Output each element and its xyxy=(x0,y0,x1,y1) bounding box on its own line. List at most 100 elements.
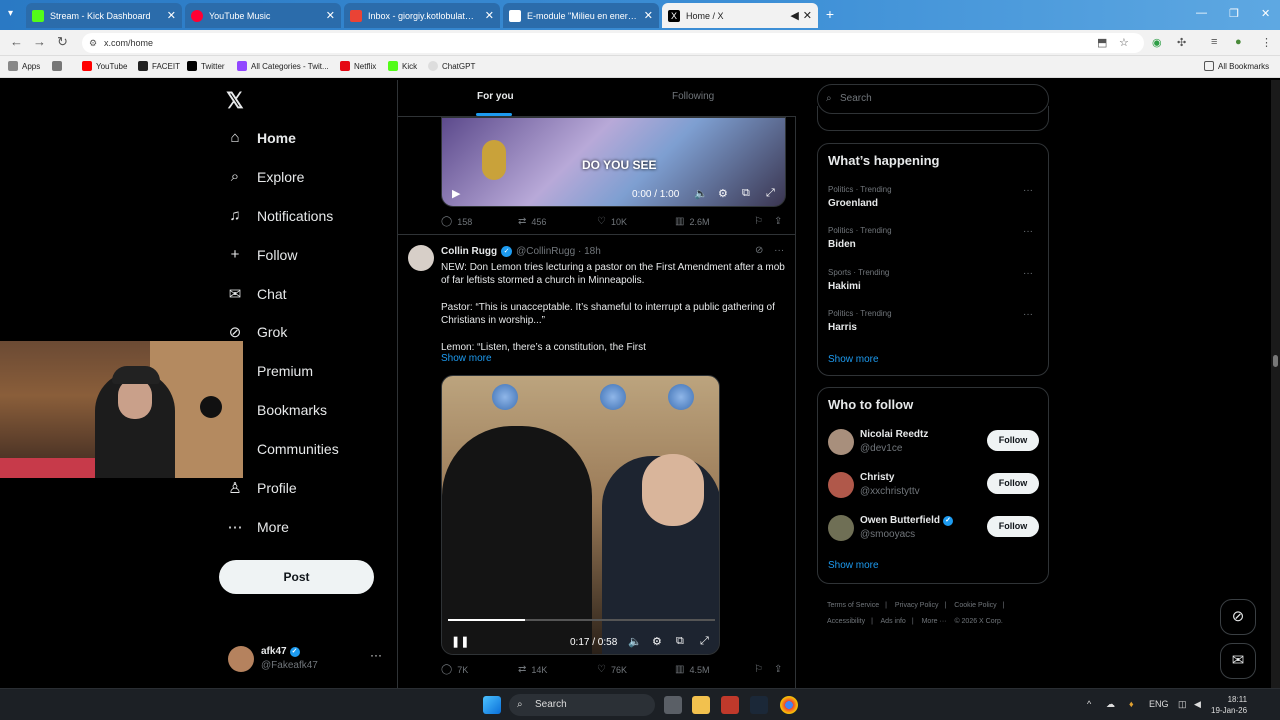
share-button[interactable]: ⇪ xyxy=(774,216,787,227)
wifi-icon[interactable]: ◫ xyxy=(1178,699,1187,710)
reload-icon[interactable]: ↻ xyxy=(57,34,68,50)
forward-arrow-icon[interactable]: → xyxy=(33,34,46,49)
profile-avatar-icon[interactable]: ● xyxy=(1235,36,1242,48)
grok-floating-button[interactable]: ⊘ xyxy=(1220,599,1256,635)
follow-suggestion[interactable]: Nicolai Reedtz @dev1ce Follow xyxy=(828,429,1040,459)
bookmark-grid[interactable] xyxy=(52,61,66,71)
close-tab-icon[interactable]: ✕ xyxy=(644,9,653,22)
follow-button[interactable]: Follow xyxy=(987,430,1039,451)
microphone-icon[interactable]: ♦ xyxy=(1129,699,1134,709)
follow-suggestion[interactable]: Owen Butterfield ✓ @smooyacs Follow xyxy=(828,515,1040,545)
avatar[interactable] xyxy=(828,472,854,498)
play-icon[interactable]: ▶ xyxy=(452,187,460,200)
footer-link[interactable]: Ads info xyxy=(881,618,906,625)
trend-item[interactable]: Politics · Trending Groenland ··· xyxy=(828,185,1038,209)
views-button[interactable]: ▥ 2.6M xyxy=(675,216,709,227)
bookmark-button[interactable]: ⚐ xyxy=(754,664,768,675)
close-window-icon[interactable]: ✕ xyxy=(1261,7,1270,20)
taskbar-search[interactable]: ⌕ Search xyxy=(509,694,655,716)
video-player[interactable]: DO YOU SEE ▶ 0:00 / 1:00 🔈 ⚙ ⧉ ⤢ xyxy=(441,117,786,207)
minimize-window-icon[interactable]: — xyxy=(1196,7,1207,19)
browser-tab-gmail[interactable]: Inbox - giorgiy.kotlobulat@vda ✕ xyxy=(344,3,500,28)
author-name[interactable]: Collin Rugg xyxy=(441,246,497,257)
bookmark-twitch[interactable]: All Categories - Twit... xyxy=(237,61,329,71)
x-logo-icon[interactable]: 𝕏 xyxy=(226,88,244,114)
more-dots-icon[interactable]: ··· xyxy=(1023,226,1033,237)
follow-button[interactable]: Follow xyxy=(987,473,1039,494)
settings-gear-icon[interactable]: ⚙ xyxy=(718,187,728,200)
volume-icon[interactable]: 🔈 xyxy=(694,187,708,200)
scrollbar-thumb[interactable] xyxy=(1273,355,1278,367)
sidebar-item-more[interactable]: ⋯ More xyxy=(226,518,289,536)
show-more-link[interactable]: Show more xyxy=(828,354,879,365)
messages-floating-button[interactable]: ✉ xyxy=(1220,643,1256,679)
steam-icon[interactable] xyxy=(750,696,768,714)
install-app-icon[interactable]: ⬒ xyxy=(1097,36,1107,49)
tab-for-you[interactable]: For you xyxy=(477,91,514,102)
pip-icon[interactable]: ⧉ xyxy=(676,635,684,648)
close-tab-icon[interactable]: ✕ xyxy=(803,9,812,22)
bookmark-chatgpt[interactable]: ChatGPT xyxy=(428,61,475,71)
browser-tab-youtube-music[interactable]: YouTube Music ✕ xyxy=(185,3,341,28)
footer-link[interactable]: Cookie Policy xyxy=(954,602,996,609)
sidebar-item-explore[interactable]: ⌕ Explore xyxy=(226,168,305,185)
reply-button[interactable]: ◯ 7K xyxy=(441,664,468,675)
media-controls-icon[interactable]: ≡ xyxy=(1211,36,1217,48)
avatar[interactable] xyxy=(408,245,434,271)
extension-icon[interactable]: ◉ xyxy=(1152,36,1162,49)
more-dots-icon[interactable]: ··· xyxy=(370,648,382,662)
more-dots-icon[interactable]: ··· xyxy=(774,245,784,256)
windows-start-icon[interactable] xyxy=(483,696,501,714)
network-icon[interactable]: ☁ xyxy=(1106,699,1115,710)
task-view-icon[interactable] xyxy=(664,696,682,714)
trend-item[interactable]: Politics · Trending Harris ··· xyxy=(828,309,1038,333)
address-bar[interactable]: ⚙ x.com/home xyxy=(82,33,1144,53)
views-button[interactable]: ▥ 4.5M xyxy=(675,664,709,675)
close-tab-icon[interactable]: ✕ xyxy=(485,9,494,22)
browser-tab-kick[interactable]: Stream - Kick Dashboard ✕ xyxy=(26,3,182,28)
sidebar-item-follow[interactable]: + Follow xyxy=(226,246,298,263)
language-indicator[interactable]: ENG xyxy=(1149,699,1169,709)
bookmark-netflix[interactable]: Netflix xyxy=(340,61,376,71)
avatar[interactable] xyxy=(828,429,854,455)
reply-button[interactable]: ◯ 158 xyxy=(441,216,472,227)
footer-link[interactable]: More ··· xyxy=(922,618,947,625)
tray-chevron-icon[interactable]: ^ xyxy=(1087,699,1091,709)
sidebar-item-home[interactable]: ⌂ Home xyxy=(226,129,295,146)
sidebar-item-notifications[interactable]: ♫ Notifications xyxy=(226,207,333,224)
fullscreen-icon[interactable]: ⤢ xyxy=(766,187,775,200)
sidebar-item-grok[interactable]: ⊘ Grok xyxy=(226,323,288,341)
author-handle[interactable]: @CollinRugg xyxy=(516,246,575,257)
repost-button[interactable]: ⇄ 456 xyxy=(518,216,546,227)
account-switcher[interactable]: afk47 ✓ @Fakeafk47 ··· xyxy=(228,644,388,676)
browser-tab-x-home[interactable]: X Home / X ◀ ✕ xyxy=(662,3,818,28)
new-tab-button[interactable]: + xyxy=(822,6,838,22)
like-button[interactable]: ♡ 76K xyxy=(597,664,627,675)
more-dots-icon[interactable]: ··· xyxy=(1023,185,1033,196)
footer-link[interactable]: Terms of Service xyxy=(827,602,879,609)
bookmark-twitter[interactable]: Twitter xyxy=(187,61,225,71)
sidebar-item-chat[interactable]: ✉ Chat xyxy=(226,285,287,303)
bookmark-apps[interactable]: Apps xyxy=(8,61,40,71)
video-player[interactable]: ❚❚ 0:17 / 0:58 🔈 ⚙ ⧉ ⤢ xyxy=(441,375,720,655)
scrollbar[interactable] xyxy=(1271,80,1280,688)
tab-following[interactable]: Following xyxy=(672,91,714,102)
search-input[interactable]: ⌕ Search xyxy=(817,84,1049,114)
trend-item[interactable]: Sports · Trending Hakimi ··· xyxy=(828,268,1038,292)
bookmark-star-icon[interactable]: ☆ xyxy=(1119,36,1129,49)
trend-item[interactable]: Politics · Trending Biden ··· xyxy=(828,226,1038,250)
tweet[interactable]: Collin Rugg ✓ @CollinRugg · 18h ⊘ ··· NE… xyxy=(398,235,796,688)
settings-gear-icon[interactable]: ⚙ xyxy=(652,635,662,648)
sidebar-item-profile[interactable]: ♙ Profile xyxy=(226,479,296,497)
grok-icon[interactable]: ⊘ xyxy=(755,245,763,256)
fullscreen-icon[interactable]: ⤢ xyxy=(700,635,709,648)
back-arrow-icon[interactable]: ← xyxy=(10,34,23,49)
avatar[interactable] xyxy=(828,515,854,541)
footer-link[interactable]: Accessibility xyxy=(827,618,865,625)
extensions-puzzle-icon[interactable]: ✣ xyxy=(1177,36,1186,49)
file-explorer-icon[interactable] xyxy=(692,696,710,714)
bookmark-youtube[interactable]: YouTube xyxy=(82,61,127,71)
browser-menu-icon[interactable]: ⋮ xyxy=(1261,36,1272,49)
show-more-link[interactable]: Show more xyxy=(828,560,879,571)
more-dots-icon[interactable]: ··· xyxy=(1023,268,1033,279)
